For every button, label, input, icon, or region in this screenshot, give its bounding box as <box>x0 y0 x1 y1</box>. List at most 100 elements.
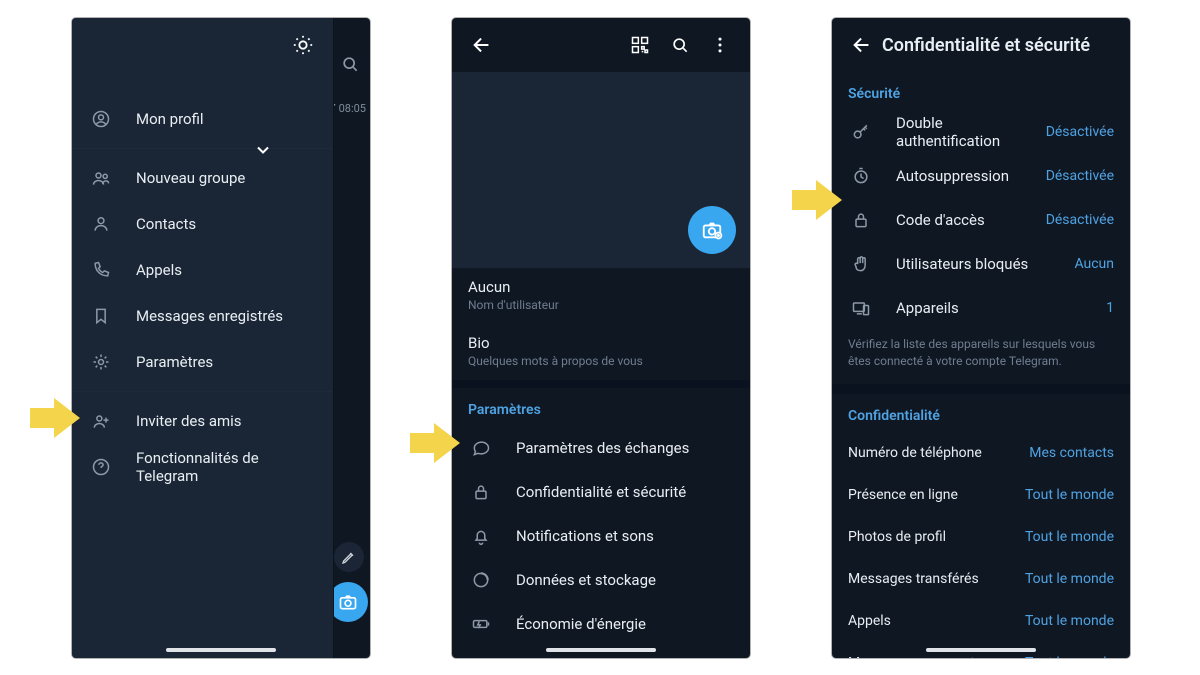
item-label: Autosuppression <box>896 167 1046 185</box>
menu-my-profile[interactable]: Mon profil <box>72 96 333 142</box>
bio-field[interactable]: Bio Quelques mots à propos de vous <box>452 324 750 380</box>
compose-fab-icon[interactable] <box>334 542 364 572</box>
user-circle-icon <box>88 109 114 129</box>
item-label: Utilisateurs bloqués <box>896 255 1074 273</box>
bell-icon <box>468 526 494 546</box>
section-header-security: Sécurité <box>832 72 1130 110</box>
contact-icon <box>88 214 114 234</box>
menu-calls[interactable]: Appels <box>72 247 333 293</box>
premium-star-icon: ★ <box>966 655 979 658</box>
item-two-factor[interactable]: Double authentification Désactivée <box>832 110 1130 154</box>
theme-toggle-icon[interactable] <box>283 25 323 65</box>
item-value: Désactivée <box>1046 124 1114 140</box>
item-label: Données et stockage <box>516 571 734 589</box>
devices-note: Vérifiez la liste des appareils sur lesq… <box>832 330 1130 384</box>
item-devices[interactable]: Appareils 1 <box>832 286 1130 330</box>
back-button[interactable] <box>462 25 502 65</box>
menu-contacts[interactable]: Contacts <box>72 201 333 247</box>
callout-arrow-1 <box>30 398 86 438</box>
item-value: Désactivée <box>1046 212 1114 228</box>
menu-invite-friends[interactable]: Inviter des amis <box>72 398 333 444</box>
item-profile-photo[interactable]: Photos de profil Tout le monde <box>832 516 1130 558</box>
page-title: Confidentialité et sécurité <box>882 35 1090 56</box>
menu-telegram-features[interactable]: Fonctionnalités de Telegram <box>72 444 333 490</box>
section-header-privacy: Confidentialité <box>832 394 1130 432</box>
timer-icon <box>848 166 874 186</box>
item-label: Double authentification <box>896 114 1046 150</box>
item-value: Tout le monde <box>1025 529 1114 545</box>
item-passcode[interactable]: Code d'accès Désactivée <box>832 198 1130 242</box>
item-label: Appareils <box>896 299 1106 317</box>
lock-icon <box>468 482 494 502</box>
item-forwarded-messages[interactable]: Messages transférés Tout le monde <box>832 558 1130 600</box>
item-last-seen[interactable]: Présence en ligne Tout le monde <box>832 474 1130 516</box>
gear-icon <box>88 352 114 372</box>
android-nav-bar <box>166 648 276 652</box>
item-label: Photos de profil <box>848 529 1025 545</box>
item-label: Code d'accès <box>896 211 1046 229</box>
item-label: Appels <box>848 613 1025 629</box>
callout-arrow-3 <box>792 180 848 220</box>
item-data-storage[interactable]: Données et stockage <box>452 558 750 602</box>
menu-label: Messages enregistrés <box>136 307 317 325</box>
expand-account-icon[interactable] <box>243 130 283 170</box>
bio-label: Bio <box>468 334 734 352</box>
item-notifications[interactable]: Notifications et sons <box>452 514 750 558</box>
username-hint: Nom d'utilisateur <box>468 298 734 312</box>
change-photo-button[interactable] <box>688 206 736 254</box>
item-auto-delete[interactable]: Autosuppression Désactivée <box>832 154 1130 198</box>
user-plus-icon <box>88 411 114 431</box>
bio-hint: Quelques mots à propos de vous <box>468 354 734 368</box>
item-value: Tout le monde <box>1025 571 1114 587</box>
item-label: Notifications et sons <box>516 527 734 545</box>
item-value: Tout le monde <box>1025 655 1114 658</box>
item-privacy-security[interactable]: Confidentialité et sécurité <box>452 470 750 514</box>
item-phone-number[interactable]: Numéro de téléphone Mes contacts <box>832 432 1130 474</box>
item-value: Tout le monde <box>1025 487 1114 503</box>
android-nav-bar <box>926 648 1036 652</box>
menu-new-group[interactable]: Nouveau groupe <box>72 155 333 201</box>
menu-label: Nouveau groupe <box>136 169 317 187</box>
menu-label: Fonctionnalités de Telegram <box>136 449 317 485</box>
item-value: Désactivée <box>1046 168 1114 184</box>
item-label: Messages transférés <box>848 571 1025 587</box>
menu-saved-messages[interactable]: Messages enregistrés <box>72 293 333 339</box>
screenshot-privacy-security: Confidentialité et sécurité Sécurité Dou… <box>832 18 1130 658</box>
hand-icon <box>848 254 874 274</box>
item-label: Économie d'énergie <box>516 615 734 633</box>
item-label: Confidentialité et sécurité <box>516 483 734 501</box>
menu-label: Inviter des amis <box>136 412 317 430</box>
item-calls[interactable]: Appels Tout le monde <box>832 600 1130 642</box>
android-nav-bar <box>546 648 656 652</box>
search-icon[interactable] <box>330 44 370 84</box>
callout-arrow-2 <box>410 423 466 463</box>
profile-cover <box>452 72 750 268</box>
item-value: Mes contacts <box>1029 445 1114 461</box>
section-header-settings: Paramètres <box>452 388 750 426</box>
menu-settings[interactable]: Paramètres <box>72 339 333 385</box>
item-chat-settings[interactable]: Paramètres des échanges <box>452 426 750 470</box>
lock-icon <box>848 210 874 230</box>
username-value: Aucun <box>468 278 734 296</box>
menu-label: Contacts <box>136 215 317 233</box>
screenshot-drawer-menu: 08:05 Mon profil Nouveau groupe Contact <box>72 18 370 658</box>
help-circle-icon <box>88 457 114 477</box>
menu-label: Appels <box>136 261 317 279</box>
item-label: Présence en ligne <box>848 487 1025 503</box>
data-usage-icon <box>468 570 494 590</box>
menu-label: Paramètres <box>136 353 317 371</box>
screenshot-settings-root: Aucun Nom d'utilisateur Bio Quelques mot… <box>452 18 750 658</box>
qr-code-icon[interactable] <box>620 25 660 65</box>
camera-fab-icon[interactable] <box>328 582 368 622</box>
item-value: 1 <box>1106 300 1114 316</box>
bookmark-icon <box>88 306 114 326</box>
battery-icon <box>468 614 494 634</box>
devices-icon <box>848 298 874 318</box>
item-blocked-users[interactable]: Utilisateurs bloqués Aucun <box>832 242 1130 286</box>
back-button[interactable] <box>842 25 882 65</box>
overflow-menu-icon[interactable] <box>700 25 740 65</box>
username-field[interactable]: Aucun Nom d'utilisateur <box>452 268 750 324</box>
search-icon[interactable] <box>660 25 700 65</box>
menu-label: Mon profil <box>136 110 317 128</box>
item-power-saving[interactable]: Économie d'énergie <box>452 602 750 646</box>
